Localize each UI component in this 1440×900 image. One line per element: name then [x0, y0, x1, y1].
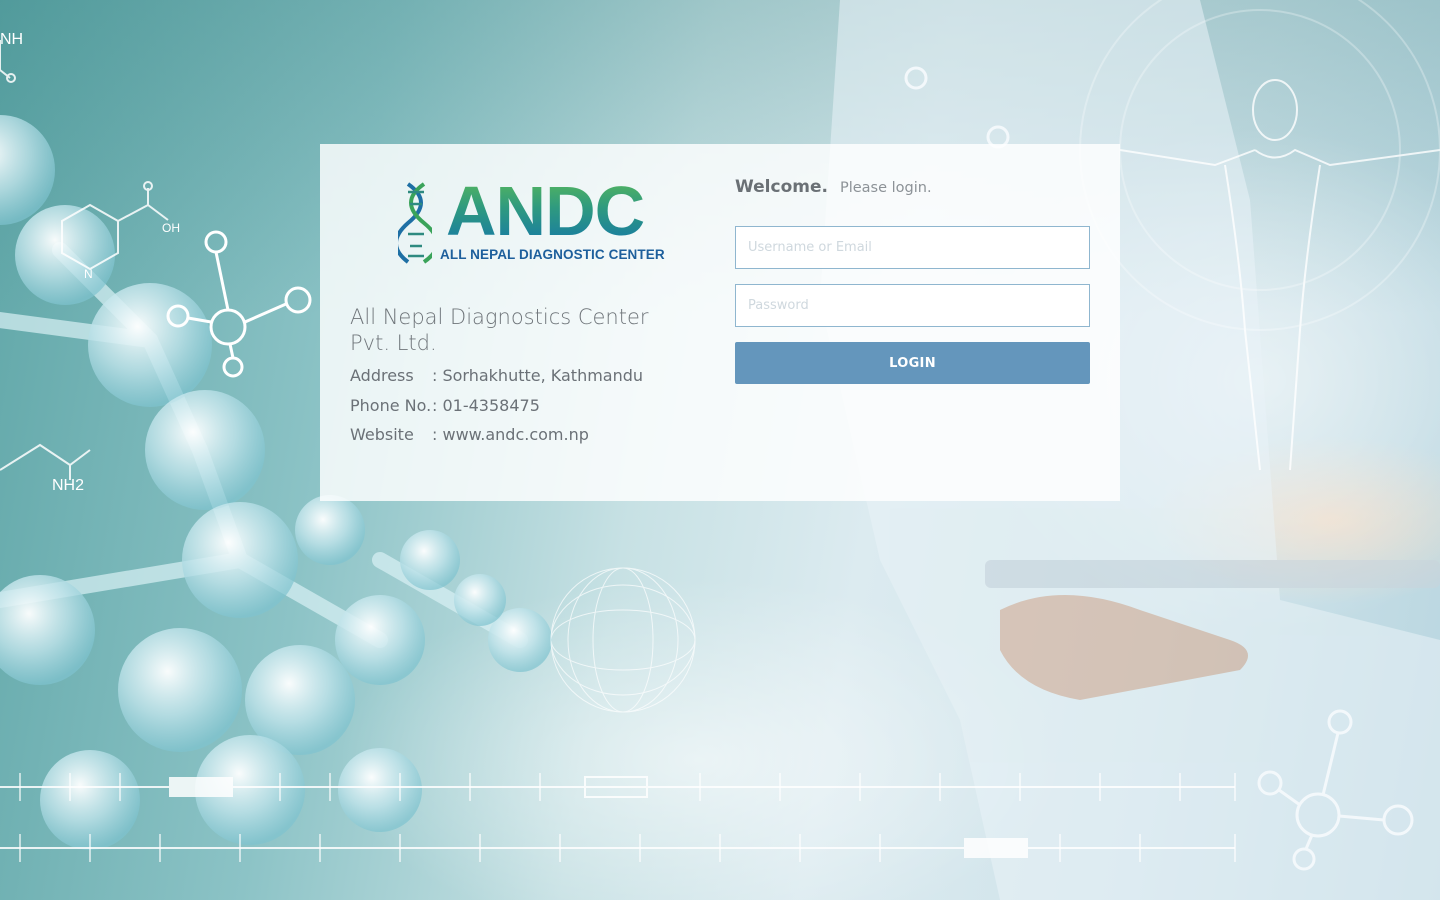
website-label: Website: [350, 425, 414, 444]
dna-icon: [398, 182, 432, 264]
svg-text:N: N: [84, 267, 93, 281]
svg-text:NH: NH: [0, 31, 23, 48]
svg-text:NH2: NH2: [52, 477, 84, 494]
login-button[interactable]: LOGIN: [735, 342, 1090, 384]
company-name: All Nepal Diagnostics Center Pvt. Ltd.: [350, 305, 649, 355]
logo-text: ANDC: [446, 172, 645, 250]
svg-text:OH: OH: [162, 221, 180, 235]
phone-value: : 01-4358475: [432, 396, 540, 415]
andc-logo: ANDC ALL NEPAL DIAGNOSTIC CENTER: [398, 176, 665, 266]
welcome-text: Welcome.: [735, 177, 828, 197]
address-value: : Sorhakhutte, Kathmandu: [432, 366, 644, 385]
logo-subtitle: ALL NEPAL DIAGNOSTIC CENTER: [440, 247, 665, 262]
phone-label: Phone No.: [350, 396, 432, 415]
phone-row: Phone No.: 01-4358475: [350, 396, 540, 415]
password-input[interactable]: [735, 284, 1090, 327]
login-prompt: Please login.: [839, 180, 932, 196]
website-row: Website : www.andc.com.np: [350, 425, 589, 444]
address-row: Address : Sorhakhutte, Kathmandu: [350, 366, 643, 385]
welcome-heading: Welcome. Please login.: [735, 177, 932, 197]
username-input[interactable]: [735, 226, 1090, 269]
address-label: Address: [350, 366, 414, 385]
website-value: : www.andc.com.np: [432, 425, 589, 444]
